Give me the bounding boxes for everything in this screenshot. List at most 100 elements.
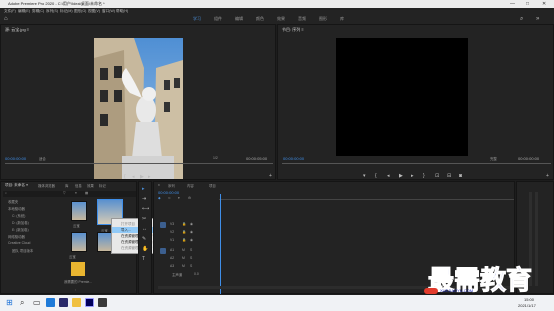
list-view-icon[interactable]: ≡ (75, 191, 77, 195)
mark-in-icon[interactable]: ▾ (363, 173, 366, 179)
workspace-tab-assembly[interactable]: 组件 (214, 14, 222, 24)
solo-icon[interactable]: S (190, 248, 192, 252)
playhead[interactable] (220, 194, 221, 294)
tab-project[interactable]: 项目: 未命名 ≡ (5, 183, 28, 188)
close-button[interactable]: ✕ (542, 0, 546, 8)
mark-in-icon[interactable]: { (124, 174, 126, 180)
step-forward-icon[interactable]: ▸ (411, 173, 414, 179)
clip-thumbnail[interactable] (71, 232, 87, 252)
folder-icon[interactable] (71, 262, 85, 276)
more-icon[interactable]: » (536, 14, 539, 24)
clip-thumbnail[interactable] (71, 201, 87, 221)
step-back-icon[interactable]: ◂ (387, 173, 390, 179)
play-icon[interactable]: ▶ (140, 174, 144, 180)
eye-icon[interactable]: ◉ (190, 230, 193, 234)
track-headers: V3 V2 V1 A1 A2 A3 主声道 0.0 🔒 ◉ 🔒 ◉ 🔒 ◉ M … (158, 204, 218, 277)
lift-icon[interactable]: ⊡ (435, 173, 439, 179)
wrench-icon[interactable]: ⚙ (188, 196, 191, 200)
time-ruler[interactable] (219, 194, 514, 200)
mute-icon[interactable]: M (182, 256, 185, 260)
file-explorer-icon[interactable] (72, 298, 81, 307)
snap-icon[interactable]: ◆ (158, 196, 161, 200)
search-icon[interactable]: ⌕ (520, 14, 523, 24)
track-v1-label: V1 (170, 238, 175, 242)
timeline-close-icon[interactable]: x (158, 183, 160, 187)
go-to-in-icon[interactable]: { (375, 173, 377, 179)
timeline-tab-content[interactable]: 内容 (187, 183, 194, 188)
tree-drive-d[interactable]: D: (新加卷) (12, 220, 29, 225)
lock-icon[interactable]: 🔒 (182, 222, 186, 226)
workspace-tab-audio[interactable]: 音频 (298, 14, 306, 24)
tab-effects[interactable]: 效果 (87, 183, 94, 188)
clock-date[interactable]: 2021/1/17 (518, 303, 536, 308)
tab-markers[interactable]: 标记 (99, 183, 106, 188)
icon-view-icon[interactable]: ▦ (85, 191, 88, 195)
search-icon[interactable]: ⌕ (20, 298, 24, 308)
timeline-tab-project[interactable]: 项目 (209, 183, 216, 188)
lock-icon[interactable]: 🔒 (182, 230, 186, 234)
workspace-tab-libraries[interactable]: 库 (340, 14, 344, 24)
premiere-pro-icon[interactable] (85, 298, 94, 307)
mute-icon[interactable]: M (182, 248, 185, 252)
camera-icon[interactable]: ◙ (459, 173, 462, 179)
edge-browser-icon[interactable] (46, 298, 55, 307)
app-icon[interactable] (98, 298, 107, 307)
ripple-edit-tool-icon[interactable]: ⟷ (142, 206, 149, 212)
extract-icon[interactable]: ⊟ (447, 173, 451, 179)
go-to-out-icon[interactable]: } (423, 173, 425, 179)
track-select-tool-icon[interactable]: ⇥ (142, 196, 146, 202)
play-icon[interactable]: ▶ (399, 173, 403, 179)
tree-drive-c[interactable]: C: (系统) (12, 213, 25, 218)
source-add-button-icon[interactable]: + (269, 173, 272, 179)
linked-selection-icon[interactable]: ⊂ (168, 196, 171, 200)
hand-tool-icon[interactable]: ✋ (142, 246, 148, 252)
program-scrubber[interactable] (282, 163, 551, 164)
step-back-icon[interactable]: ◂ (132, 174, 135, 180)
workspace-tab-graphics[interactable]: 图形 (319, 14, 327, 24)
type-tool-icon[interactable]: T (142, 256, 145, 262)
zoom-slider-icon[interactable]: ◦ (75, 288, 76, 292)
razor-tool-icon[interactable]: ✂ (142, 216, 146, 222)
solo-icon[interactable]: S (190, 256, 192, 260)
tree-favorites[interactable]: 收藏夹 (8, 199, 18, 204)
mute-icon[interactable]: M (182, 264, 185, 268)
tab-media-browser[interactable]: 媒体浏览器 (38, 183, 55, 188)
program-fit-select[interactable]: 完整 (490, 156, 497, 161)
home-icon[interactable]: ⌂ (4, 14, 8, 24)
tree-creative-cloud[interactable]: Creative Cloud (8, 241, 30, 245)
tree-team-projects[interactable]: 团队 项目版本 (12, 248, 33, 253)
filter-icon[interactable]: ▽ (63, 191, 66, 195)
lock-icon[interactable]: 🔒 (182, 238, 186, 242)
step-forward-icon[interactable]: ▸ (148, 174, 151, 180)
selection-tool-icon[interactable]: ▸ (142, 186, 145, 192)
workspace-tab-effects[interactable]: 效果 (277, 14, 285, 24)
eye-icon[interactable]: ◉ (190, 238, 193, 242)
workspace-tab-editing[interactable]: 编辑 (235, 14, 243, 24)
premiere-icon[interactable] (59, 298, 68, 307)
pen-tool-icon[interactable]: ✎ (142, 236, 146, 242)
windows-start-icon[interactable]: ⊞ (6, 298, 13, 307)
tab-libraries[interactable]: 库 (65, 183, 68, 188)
add-marker-icon[interactable]: ▾ (178, 196, 180, 200)
source-scrubber[interactable] (5, 163, 273, 164)
clock-time[interactable]: 15:00 (524, 297, 534, 302)
task-view-icon[interactable]: ▭ (33, 298, 41, 307)
tree-drive-e[interactable]: E: (新加卷) (12, 227, 29, 232)
slip-tool-icon[interactable]: ↔ (142, 226, 147, 232)
timeline-tab-sequence[interactable]: 序列 (168, 183, 175, 188)
minimize-button[interactable]: — (510, 0, 515, 8)
source-patch-v1[interactable] (160, 222, 166, 228)
tree-local-drives[interactable]: 本地驱动器 (8, 206, 25, 211)
source-fit-select[interactable]: 适合 (39, 156, 46, 161)
tab-info[interactable]: 信息 (75, 183, 82, 188)
source-patch-a1[interactable] (160, 248, 166, 254)
solo-icon[interactable]: S (190, 264, 192, 268)
maximize-button[interactable]: □ (526, 0, 529, 8)
program-add-button-icon[interactable]: + (546, 173, 549, 179)
eye-icon[interactable]: ◉ (190, 222, 193, 226)
source-zoom-select[interactable]: 1/2 (213, 156, 218, 160)
workspace-tab-color[interactable]: 颜色 (256, 14, 264, 24)
tree-network-drives[interactable]: 网络驱动器 (8, 234, 25, 239)
master-track-value[interactable]: 0.0 (194, 272, 199, 276)
search-icon[interactable]: ⌕ (5, 191, 7, 195)
